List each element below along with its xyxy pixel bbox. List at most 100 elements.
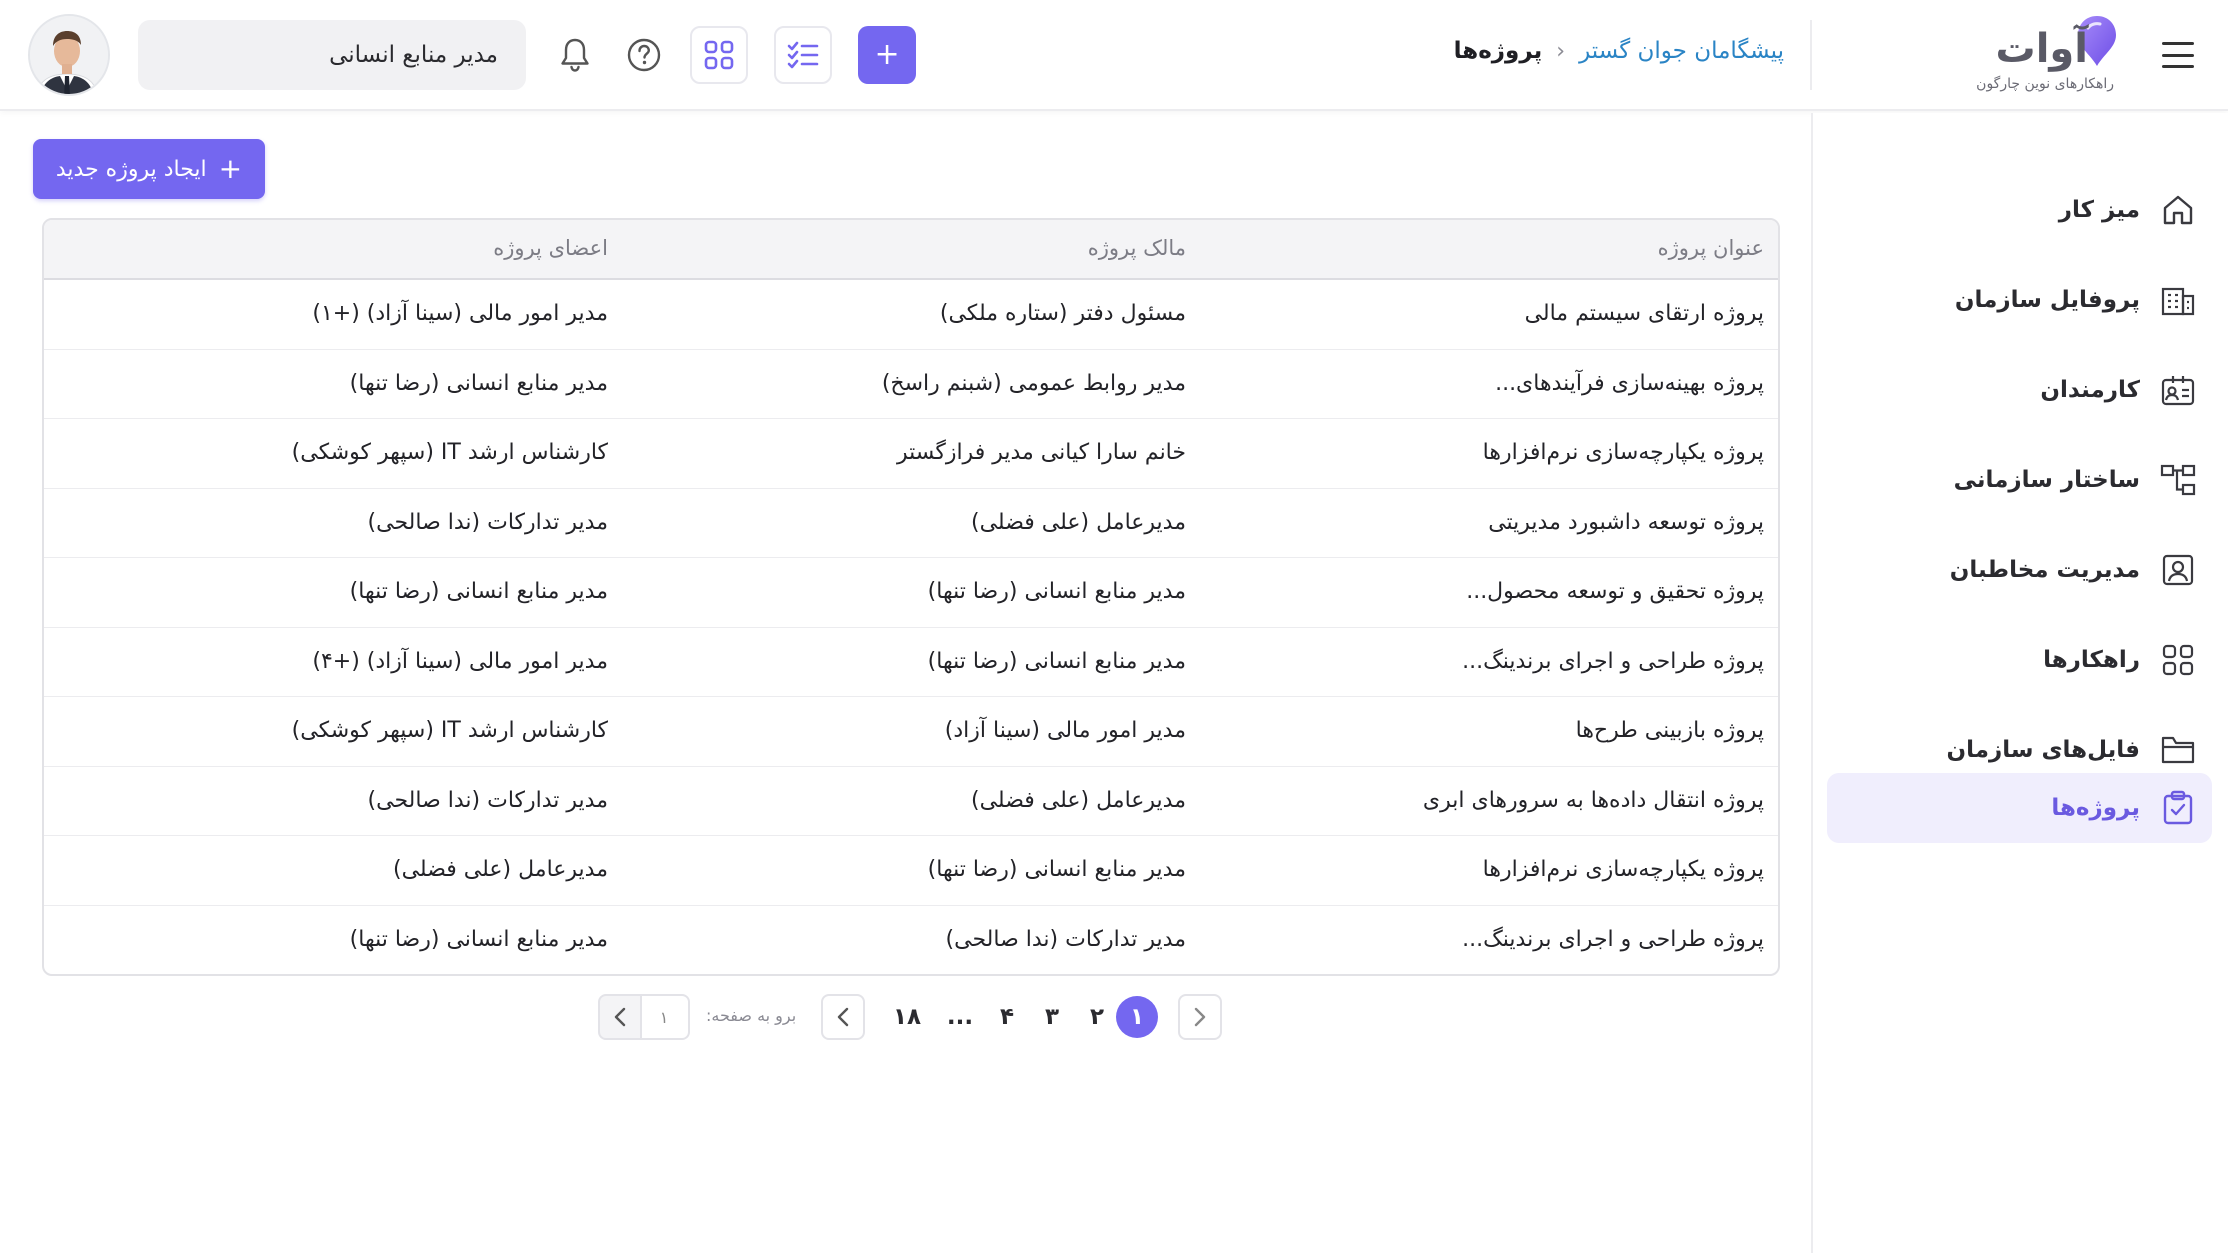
projects-table: عنوان پروژه مالک پروژه اعضای پروژه پروژه… <box>42 218 1780 976</box>
table-row[interactable]: پروژه ارتقای سیستم مالی مسئول دفتر (ستار… <box>44 280 1778 350</box>
logo-subtitle: راهکارهای نوین چارگون <box>1976 76 2114 92</box>
cell-owner: مدیرعامل (علی فضلی) <box>971 787 1186 813</box>
tasks-icon <box>787 41 819 69</box>
id-card-icon <box>2158 370 2198 410</box>
cell-owner: مسئول دفتر (ستاره ملکی) <box>939 301 1186 326</box>
table-row[interactable]: پروژه انتقال داده‌ها به سرورهای ابری مدی… <box>44 767 1778 836</box>
goto-page-button[interactable] <box>598 994 642 1040</box>
cell-owner: مدیر منابع انسانی (رضا تنها) <box>927 857 1186 882</box>
contact-icon <box>2158 550 2198 590</box>
create-project-label: ایجاد پروژه جدید <box>55 156 207 182</box>
breadcrumb-parent-link[interactable]: پیشگامان جوان گستر <box>1579 38 1784 64</box>
help-button[interactable] <box>615 26 673 84</box>
top-bar: آوات راهکارهای نوین چارگون پیشگامان جوان… <box>0 0 2228 111</box>
page-1[interactable]: ۱ <box>1116 996 1158 1038</box>
sidebar-item-label: کارمندان <box>2040 377 2140 403</box>
sidebar-item-label: مدیریت مخاطبان <box>1949 557 2140 583</box>
table-row[interactable]: پروژه یکپارچه‌سازی نرم‌افزارها خانم سارا… <box>44 419 1778 489</box>
chevron-left-icon <box>614 1007 626 1027</box>
plus-icon: + <box>218 152 243 185</box>
table-row[interactable]: پروژه توسعه داشبورد مدیریتی مدیرعامل (عل… <box>44 489 1778 558</box>
logo: آوات راهکارهای نوین چارگون <box>1968 14 2118 96</box>
sidebar-item-projects[interactable]: پروژه‌ها <box>1827 773 2212 843</box>
sidebar-item-label: میز کار <box>2058 197 2140 223</box>
role-select[interactable]: مدیر منابع انسانی <box>138 20 526 90</box>
sidebar-item-org-structure[interactable]: ساختار سازمانی <box>1827 445 2212 515</box>
page-2[interactable]: ۲ <box>1082 996 1112 1038</box>
pagination-next-button[interactable] <box>821 994 865 1040</box>
home-icon <box>2158 190 2198 230</box>
cell-owner: مدیر روابط عمومی (شبنم راسخ) <box>881 370 1186 396</box>
sidebar-item-solutions[interactable]: راهکارها <box>1827 625 2212 695</box>
avatar[interactable] <box>28 14 110 96</box>
tasks-button[interactable] <box>774 26 832 84</box>
page-3[interactable]: ۳ <box>1037 996 1067 1038</box>
cell-members: کارشناس ارشد IT (سپهر کوشکی) <box>291 718 608 743</box>
cell-members: مدیر منابع انسانی (رضا تنها) <box>349 579 608 604</box>
breadcrumb-current: پروژه‌ها <box>1453 38 1543 64</box>
table-row[interactable]: پروژه طراحی و اجرای برندینگ... مدیر تدار… <box>44 906 1778 975</box>
clipboard-check-icon <box>2158 788 2198 828</box>
cell-title: پروژه یکپارچه‌سازی نرم‌افزارها <box>1482 440 1764 465</box>
sidebar: میز کار پروفایل سازمان کارمندان ساختار س… <box>1811 113 2228 1253</box>
quick-add-button[interactable]: + <box>858 26 916 84</box>
user-avatar-icon <box>30 16 108 94</box>
apps-button[interactable] <box>690 26 748 84</box>
cell-owner: مدیر منابع انسانی (رضا تنها) <box>927 648 1186 674</box>
cell-title: پروژه طراحی و اجرای برندینگ... <box>1462 648 1764 674</box>
table-row[interactable]: پروژه طراحی و اجرای برندینگ... مدیر مناب… <box>44 628 1778 697</box>
cell-owner: خانم سارا کیانی مدیر فرازگستر <box>896 440 1186 465</box>
cell-owner: مدیر تدارکات (ندا صالحی) <box>945 926 1186 952</box>
header-divider <box>1810 20 1812 90</box>
breadcrumb: پیشگامان جوان گستر ‹ پروژه‌ها <box>1454 38 1784 64</box>
cell-title: پروژه طراحی و اجرای برندینگ... <box>1462 926 1764 952</box>
notifications-button[interactable] <box>546 26 604 84</box>
header-owner[interactable]: مالک پروژه <box>1088 236 1186 260</box>
role-select-value: مدیر منابع انسانی <box>329 42 498 68</box>
cell-owner: مدیر منابع انسانی (رضا تنها) <box>927 579 1186 604</box>
sidebar-item-label: ساختار سازمانی <box>1953 467 2140 493</box>
cell-title: پروژه یکپارچه‌سازی نرم‌افزارها <box>1482 857 1764 882</box>
sidebar-item-employees[interactable]: کارمندان <box>1827 355 2212 425</box>
cell-title: پروژه توسعه داشبورد مدیریتی <box>1488 509 1764 535</box>
table-row[interactable]: پروژه بهینه‌سازی فرآیندهای... مدیر روابط… <box>44 350 1778 419</box>
cell-title: پروژه انتقال داده‌ها به سرورهای ابری <box>1422 787 1764 813</box>
cell-members: مدیر تدارکات (ندا صالحی) <box>367 509 608 535</box>
sidebar-item-org-profile[interactable]: پروفایل سازمان <box>1827 265 2212 335</box>
menu-icon[interactable] <box>2158 38 2198 72</box>
create-project-button[interactable]: + ایجاد پروژه جدید <box>33 139 265 199</box>
goto-page-input[interactable] <box>640 994 690 1040</box>
sidebar-item-label: راهکارها <box>2043 647 2140 673</box>
cell-owner: مدیرعامل (علی فضلی) <box>971 509 1186 535</box>
chevron-right-icon <box>1194 1007 1206 1027</box>
cell-members: کارشناس ارشد IT (سپهر کوشکی) <box>291 440 608 465</box>
building-icon <box>2158 280 2198 320</box>
cell-members: مدیر امور مالی (سینا آزاد) (+۱) <box>312 301 608 326</box>
cell-title: پروژه بازبینی طرح‌ها <box>1575 718 1764 743</box>
chevron-left-icon: ‹ <box>1556 38 1566 64</box>
sidebar-item-contacts[interactable]: مدیریت مخاطبان <box>1827 535 2212 605</box>
cell-members: مدیرعامل (علی فضلی) <box>393 857 608 882</box>
sidebar-item-label: پروفایل سازمان <box>1954 287 2140 313</box>
page-4[interactable]: ۴ <box>992 996 1022 1038</box>
table-row[interactable]: پروژه تحقیق و توسعه محصول... مدیر منابع … <box>44 558 1778 628</box>
table-row[interactable]: پروژه بازبینی طرح‌ها مدیر امور مالی (سین… <box>44 697 1778 767</box>
page-last[interactable]: ۱۸ <box>892 996 922 1038</box>
org-chart-icon <box>2158 460 2198 500</box>
header-title[interactable]: عنوان پروژه <box>1658 236 1764 260</box>
sidebar-item-label: فایل‌های سازمان <box>1946 737 2140 763</box>
page-ellipsis: ... <box>946 1004 974 1030</box>
apps-icon <box>704 40 734 70</box>
chevron-left-icon <box>837 1007 849 1027</box>
pagination-prev-button[interactable] <box>1178 994 1222 1040</box>
table-header: عنوان پروژه مالک پروژه اعضای پروژه <box>44 220 1778 280</box>
header-members[interactable]: اعضای پروژه <box>493 236 608 260</box>
cell-members: مدیر منابع انسانی (رضا تنها) <box>349 370 608 396</box>
sidebar-item-label: پروژه‌ها <box>2051 795 2140 821</box>
cell-members: مدیر منابع انسانی (رضا تنها) <box>349 926 608 952</box>
goto-page-label: برو به صفحه: <box>706 1006 797 1025</box>
plus-icon: + <box>874 37 900 72</box>
table-row[interactable]: پروژه یکپارچه‌سازی نرم‌افزارها مدیر مناب… <box>44 836 1778 906</box>
sidebar-item-dashboard[interactable]: میز کار <box>1827 175 2212 245</box>
cell-members: مدیر امور مالی (سینا آزاد) (+۴) <box>312 648 608 674</box>
